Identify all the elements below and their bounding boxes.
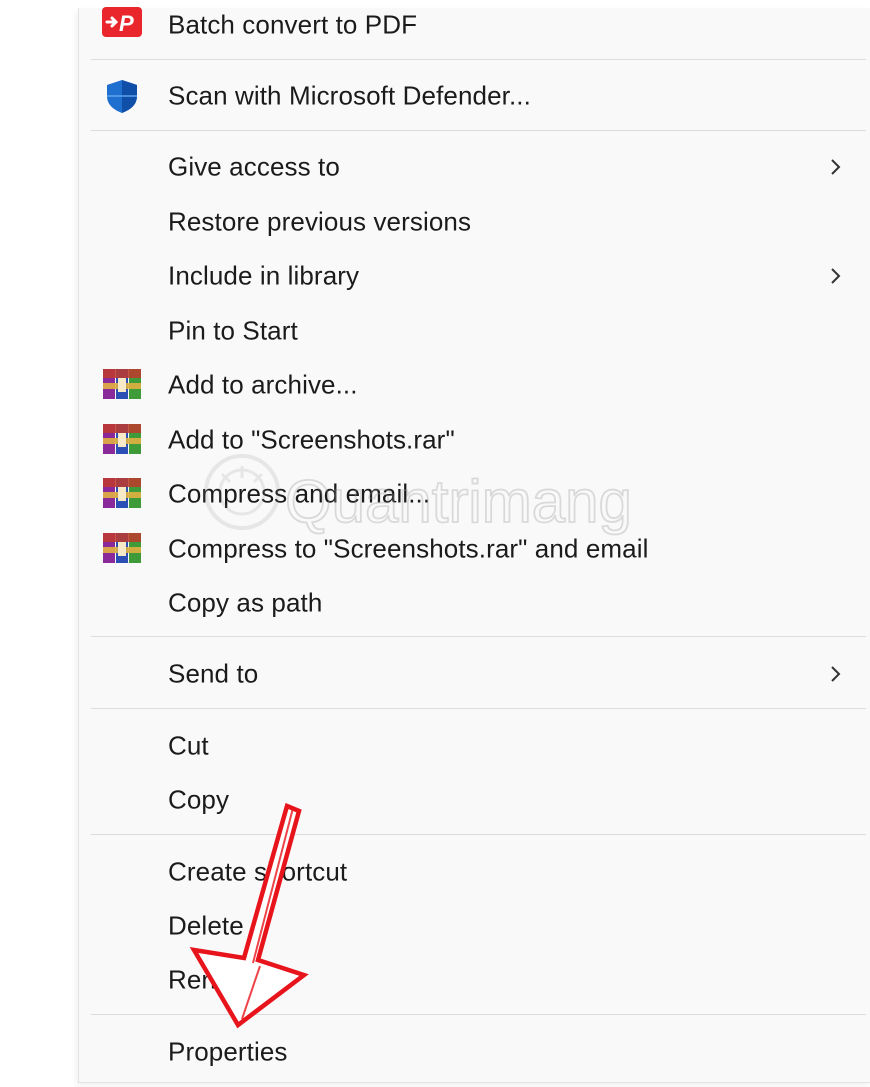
winrar-icon	[103, 478, 141, 508]
menu-item-delete[interactable]: Delete	[79, 901, 870, 951]
menu-item-label: Properties	[168, 1036, 288, 1067]
chevron-right-icon	[831, 268, 841, 284]
menu-item-label: Create shortcut	[168, 856, 348, 887]
menu-item-create-shortcut[interactable]: Create shortcut	[79, 847, 870, 897]
menu-item-label: Add to "Screenshots.rar"	[168, 424, 455, 455]
menu-item-label: Delete	[168, 910, 244, 941]
menu-item-copy-as-path[interactable]: Copy as path	[79, 578, 870, 628]
menu-item-include-in-library[interactable]: Include in library	[79, 251, 870, 301]
menu-item-label: Include in library	[168, 260, 360, 291]
menu-item-batch-convert-to-pdf[interactable]: P Batch convert to PDF	[79, 0, 870, 50]
menu-item-pin-to-start[interactable]: Pin to Start	[79, 306, 870, 356]
menu-item-send-to[interactable]: Send to	[79, 649, 870, 699]
menu-item-label: Scan with Microsoft Defender...	[168, 80, 531, 111]
menu-item-properties[interactable]: Properties	[79, 1027, 870, 1077]
menu-separator	[91, 1014, 866, 1015]
winrar-icon	[103, 424, 141, 454]
menu-item-label: Compress to "Screenshots.rar" and email	[168, 533, 649, 564]
menu-item-cut[interactable]: Cut	[79, 721, 870, 771]
menu-separator	[91, 59, 866, 60]
menu-item-label: Copy	[168, 784, 230, 815]
menu-separator	[91, 834, 866, 835]
menu-item-label: Copy as path	[168, 587, 323, 618]
menu-item-label: Rename	[168, 964, 267, 995]
chevron-right-icon	[831, 666, 841, 682]
menu-item-restore-previous-versions[interactable]: Restore previous versions	[79, 197, 870, 247]
menu-item-label: Batch convert to PDF	[168, 9, 418, 40]
menu-item-scan-with-defender[interactable]: Scan with Microsoft Defender...	[79, 71, 870, 121]
menu-item-label: Send to	[168, 658, 259, 689]
menu-item-compress-and-email[interactable]: Compress and email...	[79, 469, 870, 519]
menu-item-label: Compress and email...	[168, 478, 431, 509]
screenshot-stage: P Batch convert to PDF Scan with Microso…	[0, 0, 870, 1087]
menu-item-copy[interactable]: Copy	[79, 775, 870, 825]
menu-item-label: Pin to Start	[168, 315, 298, 346]
defender-shield-icon	[107, 80, 137, 113]
winrar-icon	[103, 369, 141, 399]
pdf-convert-icon: P	[102, 7, 142, 37]
menu-item-label: Add to archive...	[168, 369, 358, 400]
menu-separator	[91, 130, 866, 131]
menu-item-add-to-screenshots-rar[interactable]: Add to "Screenshots.rar"	[79, 415, 870, 465]
menu-item-compress-to-rar-and-email[interactable]: Compress to "Screenshots.rar" and email	[79, 524, 870, 574]
menu-item-add-to-archive[interactable]: Add to archive...	[79, 360, 870, 410]
svg-text:P: P	[119, 11, 134, 36]
menu-item-give-access-to[interactable]: Give access to	[79, 142, 870, 192]
menu-separator	[91, 636, 866, 637]
menu-separator	[91, 708, 866, 709]
menu-item-label: Restore previous versions	[168, 206, 472, 237]
menu-item-label: Give access to	[168, 151, 340, 182]
context-menu: P Batch convert to PDF Scan with Microso…	[78, 7, 870, 1083]
menu-item-rename[interactable]: Rename	[79, 955, 870, 1005]
winrar-icon	[103, 533, 141, 563]
chevron-right-icon	[831, 159, 841, 175]
menu-item-label: Cut	[168, 730, 209, 761]
